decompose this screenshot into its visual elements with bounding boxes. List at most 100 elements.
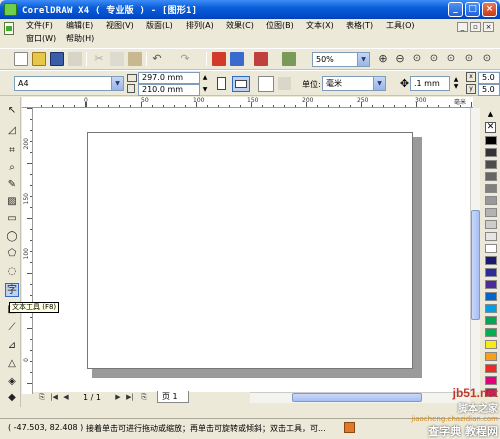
outline-tool-icon[interactable]: △ <box>5 357 19 371</box>
color-swatch[interactable] <box>485 136 497 145</box>
cut-icon[interactable]: ✂ <box>92 52 106 66</box>
color-swatch[interactable] <box>485 160 497 169</box>
welcome-screen-icon[interactable] <box>282 52 296 66</box>
color-swatch[interactable] <box>485 148 497 157</box>
zoom-all-icon[interactable]: ⊙ <box>427 52 441 66</box>
color-swatch[interactable] <box>485 280 497 289</box>
minimize-button[interactable]: _ <box>448 2 463 17</box>
menu-view[interactable]: 视图(V) <box>106 19 134 33</box>
page-width-field[interactable]: 297.0 mm <box>138 72 200 84</box>
no-color-swatch[interactable]: ✕ <box>485 122 496 133</box>
ellipse-tool-icon[interactable]: ◯ <box>5 230 19 244</box>
fill-tool-icon[interactable]: ◈ <box>5 375 19 389</box>
menu-layout[interactable]: 版面(L) <box>146 19 173 33</box>
menu-tools[interactable]: 工具(O) <box>386 19 415 33</box>
horizontal-scrollbar-thumb[interactable] <box>292 393 422 402</box>
menu-window[interactable]: 窗口(W) <box>26 32 56 46</box>
zoom-level-select[interactable]: 50% ▼ <box>312 52 370 67</box>
zoom-height-icon[interactable]: ⊙ <box>480 52 494 66</box>
zoom-page-icon[interactable]: ⊙ <box>444 52 458 66</box>
color-swatch[interactable] <box>485 328 497 337</box>
pick-tool-icon[interactable]: ↖ <box>5 104 19 118</box>
menu-edit[interactable]: 编辑(E) <box>66 19 93 33</box>
height-spinner-icon[interactable]: ▼ <box>201 84 209 96</box>
unit-select[interactable]: 毫米 ▼ <box>322 76 386 91</box>
vertical-scrollbar-thumb[interactable] <box>471 210 480 320</box>
paste-icon[interactable] <box>128 52 142 66</box>
color-swatch[interactable] <box>485 232 497 241</box>
menu-text[interactable]: 文本(X) <box>306 19 334 33</box>
menu-table[interactable]: 表格(T) <box>346 19 373 33</box>
zoom-selected-icon[interactable]: ⊙ <box>410 52 424 66</box>
drawing-page[interactable] <box>87 132 413 369</box>
color-swatch[interactable] <box>485 364 497 373</box>
palette-scroll-up-icon[interactable]: ▲ <box>485 110 496 118</box>
color-swatch[interactable] <box>485 208 497 217</box>
interactive-fill-icon[interactable]: ◆ <box>5 391 19 405</box>
color-swatch[interactable] <box>485 172 497 181</box>
color-swatch[interactable] <box>485 340 497 349</box>
color-swatch[interactable] <box>485 268 497 277</box>
zoom-width-icon[interactable]: ⊙ <box>462 52 476 66</box>
eyedropper-tool-icon[interactable]: ⊿ <box>5 339 19 353</box>
app-launcher-icon[interactable] <box>254 52 268 66</box>
print-icon[interactable] <box>68 52 82 66</box>
maximize-button[interactable]: □ <box>465 2 480 17</box>
menu-bitmaps[interactable]: 位图(B) <box>266 19 294 33</box>
duplicate-y-field[interactable]: 5.0 <box>478 84 500 96</box>
width-spinner-icon[interactable]: ▲ <box>201 72 209 84</box>
portrait-icon[interactable] <box>217 77 226 90</box>
vertical-ruler[interactable]: 200 150 100 50 0 <box>22 108 33 394</box>
menu-effects[interactable]: 效果(C) <box>226 19 254 33</box>
new-icon[interactable] <box>14 52 28 66</box>
landscape-button[interactable] <box>232 76 250 92</box>
zoom-out-icon[interactable]: ⊖ <box>393 52 407 66</box>
color-swatch[interactable] <box>485 256 497 265</box>
menu-file[interactable]: 文件(F) <box>26 19 53 33</box>
add-page-after-icon[interactable]: ⎘ <box>139 392 149 403</box>
all-pages-icon[interactable] <box>258 76 274 92</box>
menu-arrange[interactable]: 排列(A) <box>186 19 214 33</box>
doc-restore-button[interactable]: ▫ <box>470 22 481 32</box>
color-swatch[interactable] <box>485 244 497 253</box>
last-page-icon[interactable]: ▶| <box>125 392 135 403</box>
nudge-spinner-icon[interactable]: ▲ ▼ <box>452 76 460 91</box>
color-swatch[interactable] <box>485 220 497 229</box>
import-icon[interactable] <box>212 52 226 66</box>
zoom-tool-icon[interactable]: ⌕ <box>5 161 19 175</box>
color-swatch[interactable] <box>485 292 497 301</box>
smart-fill-icon[interactable]: ▨ <box>5 195 19 209</box>
color-swatch[interactable] <box>485 304 497 313</box>
rectangle-tool-icon[interactable]: ▭ <box>5 212 19 226</box>
text-tool-icon[interactable]: 字 <box>5 283 19 297</box>
doc-minimize-button[interactable]: _ <box>457 22 468 32</box>
color-swatch[interactable] <box>485 196 497 205</box>
next-page-icon[interactable]: ▶ <box>113 392 123 403</box>
menu-help[interactable]: 帮助(H) <box>66 32 94 46</box>
color-swatch[interactable] <box>485 352 497 361</box>
nudge-field[interactable]: .1 mm <box>410 76 450 91</box>
horizontal-ruler[interactable]: 0 50 100 150 200 250 300 毫米 <box>32 97 473 108</box>
first-page-icon[interactable]: |◀ <box>49 392 59 403</box>
dimension-tool-icon[interactable]: ⟋ <box>5 321 19 335</box>
paper-size-select[interactable]: A4 ▼ <box>14 76 124 91</box>
color-swatch[interactable] <box>485 376 497 385</box>
polygon-tool-icon[interactable]: ⬠ <box>5 247 19 261</box>
close-button[interactable]: × <box>482 2 497 17</box>
zoom-in-icon[interactable]: ⊕ <box>376 52 390 66</box>
doc-close-button[interactable]: × <box>483 22 494 32</box>
freehand-tool-icon[interactable]: ✎ <box>5 178 19 192</box>
color-swatch[interactable] <box>485 184 497 193</box>
open-icon[interactable] <box>32 52 46 66</box>
current-page-icon[interactable] <box>278 77 291 90</box>
title-bar[interactable]: CorelDRAW X4 ( 专业版 ) - [图形1] _ □ × <box>0 0 500 19</box>
page-height-field[interactable]: 210.0 mm <box>138 84 200 96</box>
add-page-icon[interactable]: ⎘ <box>37 392 47 403</box>
basic-shapes-icon[interactable]: ◌ <box>5 265 19 279</box>
export-icon[interactable] <box>230 52 244 66</box>
crop-tool-icon[interactable]: ⌗ <box>5 144 19 158</box>
copy-icon[interactable] <box>110 52 124 66</box>
shape-tool-icon[interactable]: ◿ <box>5 124 19 138</box>
page-tab-1[interactable]: 页 1 <box>157 391 189 403</box>
color-swatch[interactable] <box>485 316 497 325</box>
